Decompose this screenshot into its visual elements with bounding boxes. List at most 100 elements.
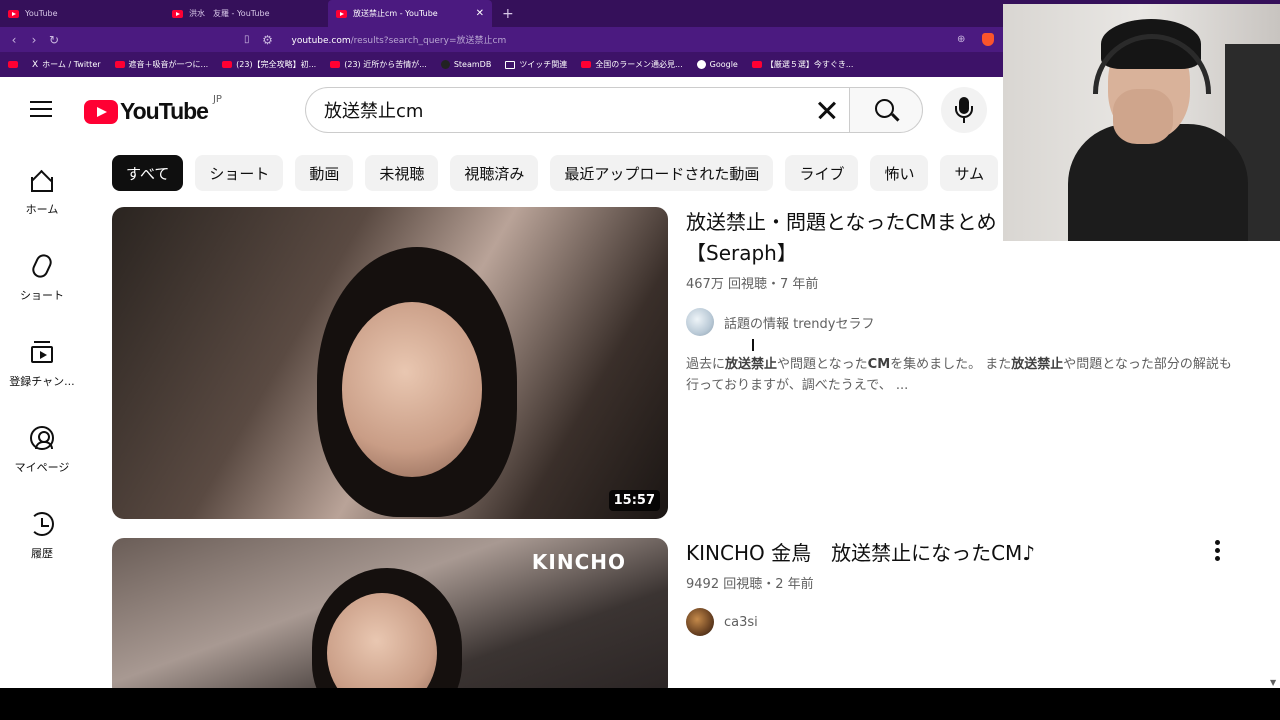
ramen-icon (581, 61, 592, 68)
sidebar-item-shorts[interactable]: ショート (0, 243, 84, 329)
search-query-text: 放送禁止cm (324, 101, 424, 122)
bookmark-folder[interactable]: ツイッチ関連 (505, 59, 567, 70)
youtube-favicon-icon (8, 9, 19, 18)
chip-videos[interactable]: 動画 (295, 155, 354, 191)
chip-unwatched[interactable]: 未視聴 (365, 155, 439, 191)
sidebar-item-history[interactable]: 履歴 (0, 501, 84, 587)
chip-scary[interactable]: 怖い (870, 155, 929, 191)
site-info-icon[interactable]: ⚙ (258, 33, 278, 47)
browser-tab[interactable]: 洪水 友羅 - YouTube (164, 0, 328, 27)
more-actions-icon[interactable] (1215, 540, 1221, 561)
letterbox-bar (0, 688, 1280, 720)
bookmark-label: SteamDB (453, 60, 492, 69)
browser-tab-active[interactable]: 放送禁止cm - YouTube ✕ (328, 0, 492, 27)
bookmark-item[interactable]: 【厳選５選】今すぐき... (751, 59, 854, 70)
chip-live[interactable]: ライブ (785, 155, 859, 191)
bookmark-item[interactable]: (23) 近所から苦情が... (330, 59, 427, 70)
tab-title: 放送禁止cm - YouTube (353, 9, 438, 18)
forward-icon[interactable]: › (24, 33, 44, 47)
webcam-person-hand (1113, 89, 1173, 144)
region-code: JP (212, 94, 222, 105)
sidebar-item-you[interactable]: マイページ (0, 415, 84, 501)
filter-chip-bar: すべて ショート 動画 未視聴 視聴済み 最近アップロードされた動画 ライブ 怖… (112, 155, 999, 191)
x-icon: X (32, 59, 39, 70)
tab-title: YouTube (25, 9, 58, 18)
bookmark-label: Google (709, 60, 738, 69)
desc-highlight: 放送禁止 (1011, 357, 1064, 372)
zoom-icon[interactable]: ⊕ (957, 34, 965, 45)
channel-link[interactable]: ca3si (686, 608, 1246, 636)
video-thumbnail[interactable]: KINCHO (112, 538, 668, 688)
thumbnail-overlay-text: KINCHO (531, 550, 626, 574)
youtube-favicon-icon (172, 9, 183, 18)
clear-search-icon[interactable] (813, 96, 841, 124)
new-tab-button[interactable]: + (502, 6, 514, 22)
bookmark-label: (23) 近所から苦情が... (344, 60, 427, 69)
channel-avatar[interactable] (686, 608, 714, 636)
close-tab-icon[interactable]: ✕ (476, 8, 484, 19)
chip-thumbnail[interactable]: サム (940, 155, 999, 191)
sidebar-item-subscriptions[interactable]: 登録チャン... (0, 329, 84, 415)
bookmark-item[interactable]: X ホーム / Twitter (32, 59, 101, 70)
video-metadata: 467万 回視聴・7 年前 (686, 277, 819, 292)
bookmark-label: 【厳選５選】今すぐき... (765, 60, 854, 69)
desc-highlight: CM (867, 357, 891, 372)
desc-highlight: 放送禁止 (725, 357, 778, 372)
chip-recently-uploaded[interactable]: 最近アップロードされた動画 (550, 155, 774, 191)
bookmark-item[interactable]: (23)【完全攻略】初... (222, 59, 316, 70)
thumbnail-face (342, 302, 482, 477)
url-host: youtube.com (291, 36, 351, 46)
search-input[interactable]: 放送禁止cm (305, 87, 849, 133)
sidebar-item-home[interactable]: ホーム (0, 157, 84, 243)
youtube-icon (8, 61, 18, 68)
mouse-cursor-icon (752, 339, 760, 351)
hamburger-menu-icon[interactable] (30, 101, 52, 117)
google-icon (696, 60, 706, 69)
youtube-play-icon (84, 99, 118, 124)
tab-title: 洪水 友羅 - YouTube (189, 9, 270, 18)
bookmark-label: 遮音＋吸音が一つに... (128, 60, 209, 69)
chip-all[interactable]: すべて (112, 155, 184, 191)
channel-name[interactable]: ca3si (724, 615, 758, 630)
microphone-icon-stem (963, 118, 965, 123)
bookmark-item[interactable]: 全国のラーメン通必見... (581, 59, 683, 70)
home-icon (29, 167, 55, 193)
steam-icon (440, 60, 450, 69)
video-duration-badge: 15:57 (608, 490, 660, 511)
desc-text: を集めました。 また (890, 357, 1012, 372)
channel-avatar[interactable] (686, 308, 714, 336)
back-icon[interactable]: ‹ (4, 33, 24, 47)
sidebar-item-label: ショート (20, 289, 64, 302)
channel-name[interactable]: 話題の情報 trendyセラフ (724, 313, 874, 332)
youtube-favicon-icon (336, 9, 347, 18)
video-thumbnail[interactable]: 15:57 (112, 207, 668, 519)
youtube-icon (751, 61, 762, 68)
browser-tab[interactable]: YouTube (0, 0, 164, 27)
sidebar-item-label: マイページ (14, 461, 70, 474)
channel-link[interactable]: 話題の情報 trendyセラフ (686, 308, 1246, 336)
you-icon (29, 425, 55, 451)
search-button[interactable] (849, 87, 923, 133)
address-input[interactable]: youtube.com/results?search_query=放送禁止cm (292, 33, 507, 46)
bookmark-item[interactable]: Google (696, 60, 738, 69)
youtube-icon (114, 61, 125, 68)
video-title[interactable]: KINCHO 金鳥 放送禁止になったCM♪ (686, 538, 1246, 569)
webcam-overlay (1003, 4, 1280, 241)
youtube-logo[interactable]: YouTube JP (84, 94, 222, 125)
bookmark-item[interactable]: 遮音＋吸音が一つに... (114, 59, 209, 70)
bookmark-item[interactable] (8, 61, 18, 68)
video-metadata: 9492 回視聴・2 年前 (686, 577, 814, 592)
scroll-down-arrow-icon[interactable]: ▼ (1270, 678, 1276, 687)
history-icon (29, 511, 55, 537)
bookmark-item[interactable]: SteamDB (440, 60, 492, 69)
youtube-icon (330, 61, 341, 68)
desc-text: や問題となった (777, 357, 868, 372)
bookmark-icon[interactable]: ▯ (244, 34, 250, 45)
brave-shields-icon[interactable] (982, 33, 994, 46)
chip-watched[interactable]: 視聴済み (450, 155, 539, 191)
desc-text: 過去に (686, 357, 726, 372)
voice-search-button[interactable] (941, 87, 987, 133)
video-description-snippet: 過去に放送禁止や問題となったCMを集めました。 また放送禁止や問題となった部分の… (686, 354, 1234, 396)
chip-shorts[interactable]: ショート (195, 155, 284, 191)
reload-icon[interactable]: ↻ (44, 33, 64, 47)
